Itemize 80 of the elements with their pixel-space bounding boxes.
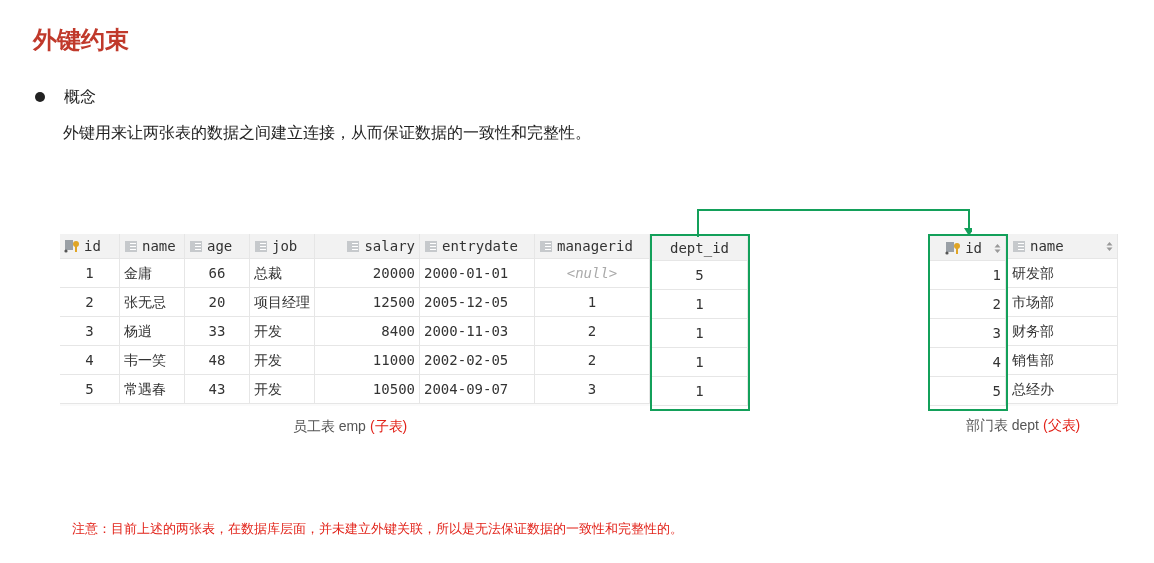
table-cell: 2005-12-05 [420, 288, 535, 317]
table-cell: 1 [652, 377, 748, 406]
table-cell: 1 [652, 319, 748, 348]
column-icon [539, 239, 553, 253]
column-header[interactable]: age [185, 234, 250, 259]
column-header[interactable]: id [930, 236, 1006, 261]
table-cell: 1 [652, 348, 748, 377]
table-cell: 财务部 [1008, 317, 1118, 346]
table-cell: 1 [535, 288, 650, 317]
table-cell: 2000-11-03 [420, 317, 535, 346]
table-cell: 3 [535, 375, 650, 404]
slide-title: 外键约束 [33, 25, 130, 55]
column-icon [124, 239, 138, 253]
sort-icon[interactable] [1106, 241, 1113, 251]
column-header[interactable]: job [250, 234, 315, 259]
table-cell: 2 [60, 288, 120, 317]
table-cell: 总经办 [1008, 375, 1118, 404]
table-cell: 11000 [315, 346, 420, 375]
table-cell: 3 [60, 317, 120, 346]
sort-icon[interactable] [994, 243, 1001, 253]
concept-text: 外键用来让两张表的数据之间建立连接，从而保证数据的一致性和完整性。 [63, 123, 592, 143]
table-cell: 20 [185, 288, 250, 317]
table-cell: 5 [930, 377, 1006, 406]
table-role-label: (子表) [369, 417, 408, 436]
column-header[interactable]: entrydate [420, 234, 535, 259]
column-header[interactable]: name [1008, 234, 1118, 259]
table-cell: 33 [185, 317, 250, 346]
table-cell: 10500 [315, 375, 420, 404]
table-cell: 2 [930, 290, 1006, 319]
table-cell: 1 [60, 259, 120, 288]
table-cell: 20000 [315, 259, 420, 288]
column-header[interactable]: managerid [535, 234, 650, 259]
table-cell: 2000-01-01 [420, 259, 535, 288]
column-icon [346, 239, 361, 253]
column-header[interactable]: salary [315, 234, 420, 259]
column-icon [189, 239, 203, 253]
table-cell: 韦一笑 [120, 346, 185, 375]
table-cell: 开发 [250, 375, 315, 404]
table-cell: 2004-09-07 [420, 375, 535, 404]
column-icon [1012, 239, 1026, 253]
key-column-icon [64, 239, 80, 253]
column-icon [424, 239, 438, 253]
table-cell: 总裁 [250, 259, 315, 288]
table-cell: 金庸 [120, 259, 185, 288]
bullet-label: 概念 [64, 87, 96, 107]
table-cell: 市场部 [1008, 288, 1118, 317]
table-cell: 研发部 [1008, 259, 1118, 288]
table-cell: 2 [535, 317, 650, 346]
table-cell: 12500 [315, 288, 420, 317]
warning-note: 注意：目前上述的两张表，在数据库层面，并未建立外键关联，所以是无法保证数据的一致性和完整性的。 [72, 520, 683, 538]
table-cell: 5 [652, 261, 748, 290]
table-cell: 2 [535, 346, 650, 375]
key-column-icon [945, 241, 962, 255]
table-cell: 8400 [315, 317, 420, 346]
table-cell: 48 [185, 346, 250, 375]
table-cell: 3 [930, 319, 1006, 348]
table-role-label: (父表) [1042, 416, 1081, 435]
table-cell: 销售部 [1008, 346, 1118, 375]
table-cell: 杨逍 [120, 317, 185, 346]
table-cell: 项目经理 [250, 288, 315, 317]
table-cell: 开发 [250, 317, 315, 346]
table-cell: 2002-02-05 [420, 346, 535, 375]
column-icon [254, 239, 268, 253]
column-header[interactable]: name [120, 234, 185, 259]
bullet-icon [35, 92, 45, 102]
table-cell: 4 [60, 346, 120, 375]
table-cell: 1 [930, 261, 1006, 290]
table-cell: 66 [185, 259, 250, 288]
table-cell: 4 [930, 348, 1006, 377]
table-caption: 员工表 emp [292, 417, 366, 436]
table-cell: 常遇春 [120, 375, 185, 404]
table-cell: 开发 [250, 346, 315, 375]
table-cell: 43 [185, 375, 250, 404]
table-cell: 5 [60, 375, 120, 404]
table-cell: 张无忌 [120, 288, 185, 317]
column-header[interactable]: dept_id [652, 236, 748, 261]
table-cell: <null> [535, 259, 650, 288]
table-cell: 1 [652, 290, 748, 319]
column-header[interactable]: id [60, 234, 120, 259]
table-caption: 部门表 dept [965, 416, 1039, 435]
